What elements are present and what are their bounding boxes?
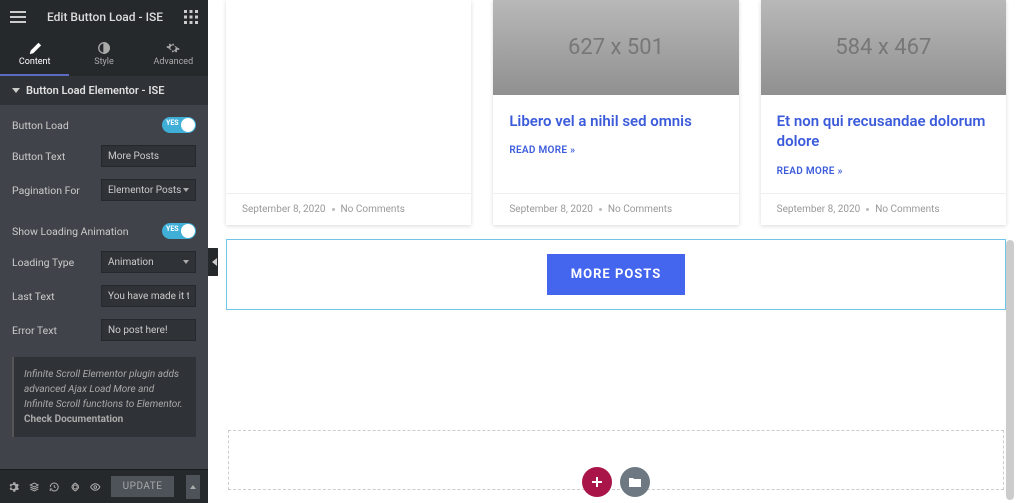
post-date: September 8, 2020 xyxy=(242,204,326,215)
control-loading-type: Loading Type Animation xyxy=(0,245,208,279)
save-options-button[interactable] xyxy=(186,475,200,499)
history-icon[interactable] xyxy=(49,480,60,494)
select-pagination-for[interactable]: Elementor Posts xyxy=(101,179,196,201)
control-error-text: Error Text xyxy=(0,313,208,347)
post-image-placeholder: 584 x 467 xyxy=(761,0,1006,95)
preview-scrollbar[interactable] xyxy=(1006,0,1014,503)
input-error-text[interactable] xyxy=(101,319,196,341)
toggle-show-loading[interactable]: YES xyxy=(162,223,196,239)
tab-content[interactable]: Content xyxy=(0,34,69,76)
post-date: September 8, 2020 xyxy=(509,204,593,215)
post-card: September 8, 2020 No Comments xyxy=(226,0,471,225)
read-more-link[interactable]: READ MORE » xyxy=(777,166,990,177)
card-body xyxy=(226,0,471,193)
caret-down-icon xyxy=(12,88,20,93)
editor-tabs: Content Style Advanced xyxy=(0,34,208,76)
card-footer: September 8, 2020 No Comments xyxy=(761,193,1006,225)
section-header[interactable]: Button Load Elementor - ISE xyxy=(0,76,208,105)
tab-style[interactable]: Style xyxy=(69,34,138,76)
post-title[interactable]: Et non qui recusandae dolorum dolore xyxy=(777,111,990,152)
settings-icon[interactable] xyxy=(8,480,19,494)
menu-icon[interactable] xyxy=(10,11,26,23)
tab-advanced[interactable]: Advanced xyxy=(139,34,208,76)
card-body: Et non qui recusandae dolorum dolore REA… xyxy=(761,95,1006,193)
info-link[interactable]: Check Documentation xyxy=(24,414,123,425)
separator-dot xyxy=(866,208,869,211)
card-footer: September 8, 2020 No Comments xyxy=(493,193,738,225)
scrollbar-thumb[interactable] xyxy=(1006,240,1014,500)
card-body: Libero vel a nihil sed omnis READ MORE » xyxy=(493,95,738,193)
label-pagination-for: Pagination For xyxy=(12,184,80,197)
posts-row: September 8, 2020 No Comments 627 x 501 … xyxy=(218,0,1014,225)
label-last-text: Last Text xyxy=(12,290,55,303)
post-comments: No Comments xyxy=(341,204,405,215)
control-last-text: Last Text xyxy=(0,279,208,313)
tab-style-label: Style xyxy=(94,57,114,67)
label-error-text: Error Text xyxy=(12,324,57,337)
info-box: Infinite Scroll Elementor plugin adds ad… xyxy=(12,357,196,437)
post-title[interactable]: Libero vel a nihil sed omnis xyxy=(509,111,722,131)
post-comments: No Comments xyxy=(875,204,939,215)
responsive-icon[interactable] xyxy=(70,480,81,494)
label-button-load: Button Load xyxy=(12,119,69,132)
info-text: Infinite Scroll Elementor plugin adds ad… xyxy=(24,369,183,410)
chevron-down-icon xyxy=(183,260,189,264)
post-comments: No Comments xyxy=(608,204,672,215)
widgets-grid-icon[interactable] xyxy=(184,10,198,24)
post-card: 627 x 501 Libero vel a nihil sed omnis R… xyxy=(493,0,738,225)
post-image-placeholder: 627 x 501 xyxy=(493,0,738,95)
load-more-section: MORE POSTS xyxy=(226,239,1006,310)
editor-header: Edit Button Load - ISE xyxy=(0,0,208,34)
input-last-text[interactable] xyxy=(101,285,196,307)
label-loading-type: Loading Type xyxy=(12,256,74,269)
read-more-link[interactable]: READ MORE » xyxy=(509,145,722,156)
panel-title: Edit Button Load - ISE xyxy=(47,10,163,24)
chevron-left-icon xyxy=(212,258,217,266)
separator-dot xyxy=(599,208,602,211)
add-section-button[interactable] xyxy=(582,467,612,497)
section-title: Button Load Elementor - ISE xyxy=(26,84,164,97)
post-date: September 8, 2020 xyxy=(777,204,861,215)
update-button[interactable]: UPDATE xyxy=(111,476,175,497)
caret-up-icon xyxy=(190,485,196,489)
preview-icon[interactable] xyxy=(90,480,101,494)
editor-footer: UPDATE xyxy=(0,469,208,503)
post-card: 584 x 467 Et non qui recusandae dolorum … xyxy=(761,0,1006,225)
input-button-text[interactable] xyxy=(101,145,196,167)
tab-advanced-label: Advanced xyxy=(153,57,193,67)
card-footer: September 8, 2020 No Comments xyxy=(226,193,471,225)
template-library-button[interactable] xyxy=(620,467,650,497)
select-loading-type[interactable]: Animation xyxy=(101,251,196,273)
control-pagination-for: Pagination For Elementor Posts xyxy=(0,173,208,207)
control-button-load: Button Load YES xyxy=(0,111,208,139)
preview-area: September 8, 2020 No Comments 627 x 501 … xyxy=(218,0,1014,503)
toggle-button-load[interactable]: YES xyxy=(162,117,196,133)
tab-content-label: Content xyxy=(19,57,51,67)
control-button-text: Button Text xyxy=(0,139,208,173)
label-button-text: Button Text xyxy=(12,150,65,163)
label-show-loading: Show Loading Animation xyxy=(12,225,129,238)
editor-panel: Edit Button Load - ISE Content Style Adv… xyxy=(0,0,208,503)
chevron-down-icon xyxy=(183,188,189,192)
add-section-controls xyxy=(582,467,650,497)
controls-list: Button Load YES Button Text Pagination F… xyxy=(0,105,208,469)
more-posts-button[interactable]: MORE POSTS xyxy=(547,254,686,295)
navigator-icon[interactable] xyxy=(29,480,40,494)
separator-dot xyxy=(332,208,335,211)
control-show-loading: Show Loading Animation YES xyxy=(0,217,208,245)
